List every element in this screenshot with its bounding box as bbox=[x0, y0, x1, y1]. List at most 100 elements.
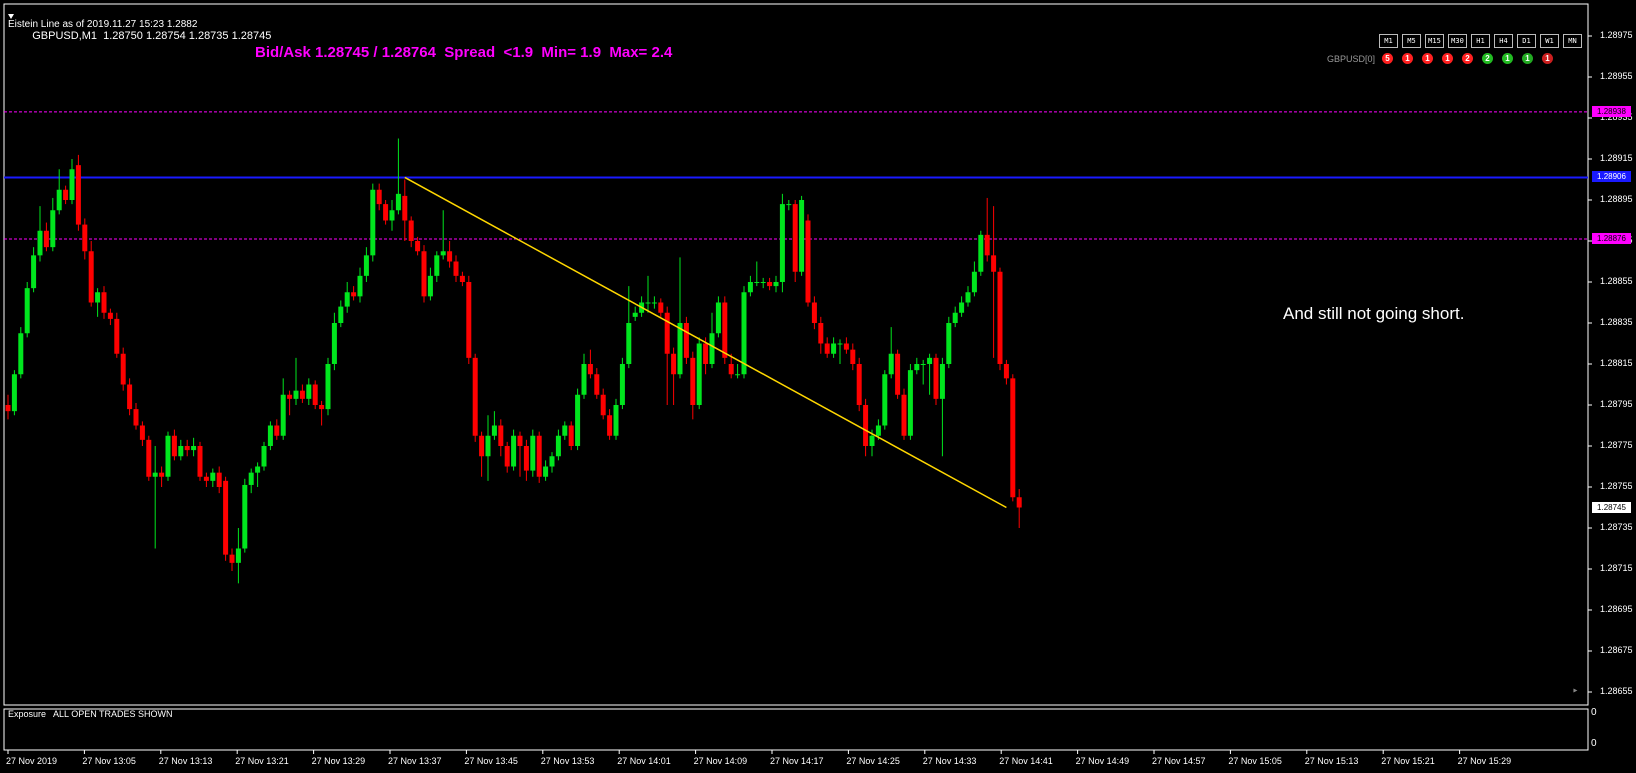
candle-body bbox=[223, 480, 229, 555]
fix-scale-icon[interactable]: ▾ bbox=[1571, 688, 1580, 692]
candle bbox=[43, 222, 49, 252]
timeframe-button-m5[interactable]: M5 bbox=[1402, 34, 1421, 48]
candle-body bbox=[43, 230, 49, 248]
candle bbox=[984, 197, 990, 262]
candle bbox=[843, 337, 849, 354]
candle bbox=[479, 431, 485, 477]
candle-body bbox=[351, 292, 357, 297]
candle-body bbox=[114, 318, 120, 354]
candle bbox=[306, 378, 312, 405]
candle-body bbox=[978, 234, 984, 272]
timeframe-button-h4[interactable]: H4 bbox=[1494, 34, 1513, 48]
candle bbox=[88, 241, 94, 307]
timeframe-button-mn[interactable]: MN bbox=[1563, 34, 1582, 48]
candle-body bbox=[850, 349, 856, 364]
candle bbox=[1010, 374, 1016, 502]
candle-body bbox=[101, 292, 107, 313]
timeframe-button-h1[interactable]: H1 bbox=[1471, 34, 1490, 48]
candle-body bbox=[242, 484, 248, 549]
candle-body bbox=[952, 312, 958, 323]
price-tick-label: 1.28835 bbox=[1600, 317, 1633, 327]
price-chart[interactable] bbox=[0, 0, 1636, 773]
price-tick-label: 1.28815 bbox=[1600, 358, 1633, 368]
candle-body bbox=[984, 234, 990, 256]
candle bbox=[837, 339, 843, 364]
candle bbox=[82, 218, 88, 260]
time-tick-label: 27 Nov 14:41 bbox=[999, 756, 1053, 766]
candle-body bbox=[779, 204, 785, 282]
candle-body bbox=[229, 554, 235, 563]
candle-body bbox=[927, 357, 933, 364]
candle-body bbox=[139, 425, 145, 440]
candle bbox=[978, 230, 984, 276]
candle bbox=[562, 421, 568, 440]
candle-body bbox=[664, 312, 670, 354]
strength-meter: GBPUSD[0] 511122111 bbox=[1327, 53, 1554, 64]
bid-ask-spread: Bid/Ask 1.28745 / 1.28764 Spread <1.9 Mi… bbox=[255, 44, 673, 61]
candle-body bbox=[267, 425, 273, 446]
price-tick-label: 1.28675 bbox=[1600, 645, 1633, 655]
time-tick-label: 27 Nov 13:29 bbox=[311, 756, 366, 766]
candle bbox=[882, 370, 888, 430]
candle bbox=[971, 261, 977, 297]
candle bbox=[351, 286, 357, 301]
time-tick-label: 27 Nov 13:13 bbox=[158, 756, 213, 766]
candle bbox=[818, 316, 824, 354]
time-tick-label: 27 Nov 15:21 bbox=[1381, 756, 1435, 766]
candle bbox=[223, 476, 229, 561]
candle-body bbox=[479, 435, 485, 457]
candle-body bbox=[491, 425, 497, 436]
candle bbox=[376, 183, 382, 211]
strength-label: GBPUSD[0] bbox=[1327, 53, 1376, 64]
candle bbox=[383, 200, 389, 225]
candle bbox=[5, 394, 11, 420]
candle bbox=[888, 327, 894, 379]
candle-body bbox=[165, 435, 171, 477]
candle bbox=[127, 378, 133, 416]
candle-body bbox=[799, 200, 805, 272]
candle-body bbox=[587, 364, 593, 375]
candle-body bbox=[191, 446, 197, 451]
price-tick-label: 1.28735 bbox=[1600, 522, 1633, 532]
candle bbox=[267, 421, 273, 451]
candle-body bbox=[280, 394, 286, 436]
candle bbox=[677, 257, 683, 379]
candle bbox=[440, 210, 446, 260]
price-tick-label: 1.28715 bbox=[1600, 563, 1633, 573]
chart-window[interactable]: GBPUSD,M1 1.28750 1.28754 1.28735 1.2874… bbox=[0, 0, 1636, 773]
candle-body bbox=[88, 251, 94, 303]
candle bbox=[165, 431, 171, 481]
candle-body bbox=[997, 271, 1003, 364]
candle bbox=[594, 368, 600, 399]
candle-body bbox=[299, 390, 305, 399]
candle bbox=[197, 441, 203, 481]
candle-body bbox=[767, 282, 773, 287]
timeframe-button-d1[interactable]: D1 bbox=[1517, 34, 1536, 48]
candle bbox=[395, 138, 401, 215]
candle-body bbox=[523, 446, 529, 471]
candle-body bbox=[325, 364, 331, 410]
timeframe-button-m1[interactable]: M1 bbox=[1379, 34, 1398, 48]
candle bbox=[946, 316, 952, 369]
candle bbox=[965, 286, 971, 307]
candle-body bbox=[248, 472, 254, 485]
timeframe-button-m15[interactable]: M15 bbox=[1425, 34, 1444, 48]
timeframe-button-m30[interactable]: M30 bbox=[1448, 34, 1467, 48]
timeframe-button-w1[interactable]: W1 bbox=[1540, 34, 1559, 48]
candle bbox=[101, 286, 107, 319]
candle bbox=[920, 359, 926, 385]
candle bbox=[811, 296, 817, 330]
price-tick-label: 1.28955 bbox=[1600, 71, 1633, 81]
candle bbox=[747, 275, 753, 297]
candle bbox=[261, 441, 267, 471]
candle bbox=[536, 431, 542, 483]
candle-body bbox=[363, 255, 369, 276]
candle bbox=[235, 528, 241, 584]
candle bbox=[357, 267, 363, 303]
price-tick-label: 1.28775 bbox=[1600, 440, 1633, 450]
candle-body bbox=[709, 333, 715, 364]
candle bbox=[997, 267, 1003, 371]
candle-body bbox=[600, 394, 606, 416]
candle-body bbox=[722, 302, 728, 358]
candle-body bbox=[920, 364, 926, 365]
